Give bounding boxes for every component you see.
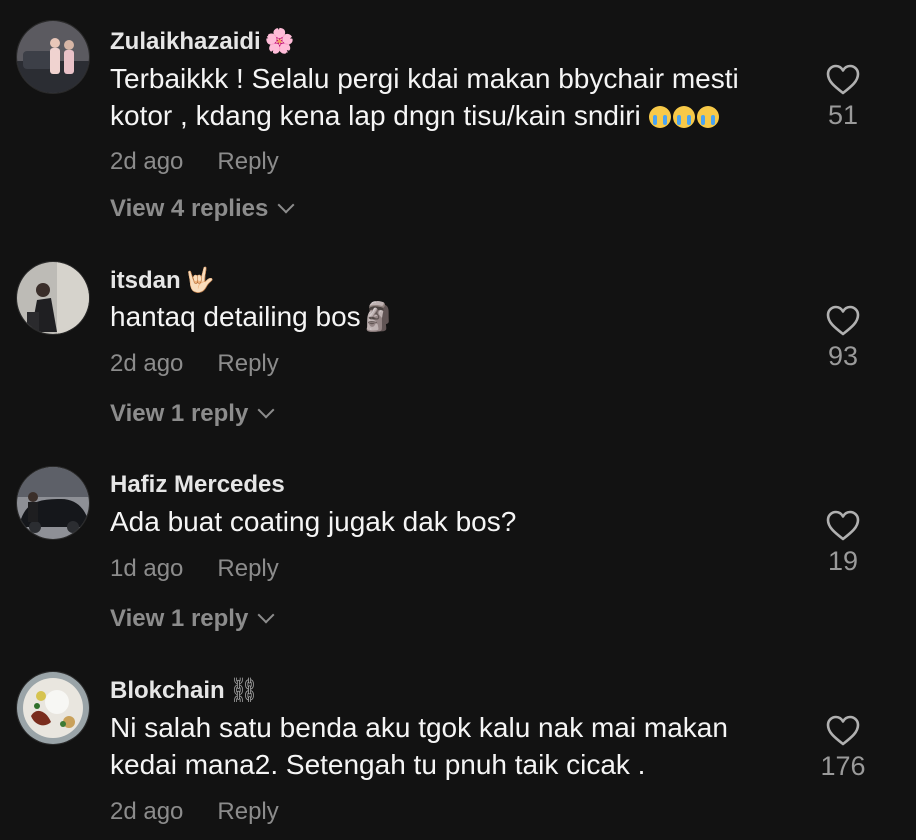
like-count: 93 (827, 341, 859, 371)
flower-emoji-icon: 🌸 (264, 28, 295, 55)
view-replies-label: View 4 replies (110, 195, 269, 222)
comment-username[interactable]: Zulaikhazaidi 🌸 (110, 27, 295, 56)
comment-username[interactable]: Blokchain ⛓ (110, 676, 259, 705)
comment-text: Ni salah satu benda aku tgok kalu nak ma… (110, 709, 800, 783)
heart-outline-icon[interactable] (826, 510, 860, 542)
comment-text-line: kedai mana2. Setengah tu pnuh taik cicak… (110, 749, 646, 780)
comment-text-line: Terbaikkk ! Selalu pergi kdai makan bbyc… (110, 63, 739, 94)
like-control: 176 (812, 715, 874, 782)
reply-button[interactable]: Reply (217, 350, 278, 377)
like-control: 51 (812, 64, 874, 131)
like-count: 176 (820, 751, 866, 781)
comment-timestamp: 2d ago (110, 350, 184, 377)
reply-button[interactable]: Reply (217, 798, 278, 825)
view-replies-label: View 1 reply (110, 400, 249, 427)
like-control: 93 (812, 305, 874, 372)
comment-text: hantaq detailing bos🗿 (110, 298, 800, 335)
comment-meta: 2d ago Reply (110, 798, 279, 826)
view-replies-button[interactable]: View 4 replies (110, 195, 295, 223)
view-replies-button[interactable]: View 1 reply (110, 400, 275, 428)
avatar-image (17, 21, 89, 93)
comment-timestamp: 2d ago (110, 798, 184, 825)
comment-username[interactable]: itsdan 🤟🏻 (110, 266, 215, 295)
username-text: Zulaikhazaidi (110, 28, 261, 55)
rock-on-hand-emoji-icon: 🤟🏻 (184, 267, 215, 294)
reply-button[interactable]: Reply (217, 555, 278, 582)
view-replies-label: View 1 reply (110, 605, 249, 632)
chevron-down-icon (257, 401, 275, 419)
comment-text: Terbaikkk ! Selalu pergi kdai makan bbyc… (110, 60, 800, 134)
avatar[interactable] (16, 671, 90, 745)
avatar[interactable] (16, 20, 90, 94)
comment-text: Ada buat coating jugak dak bos? (110, 503, 800, 540)
username-text: itsdan (110, 267, 181, 294)
crying-face-emoji-icon (672, 106, 695, 128)
comment-timestamp: 2d ago (110, 148, 184, 175)
username-text: Blokchain (110, 677, 225, 704)
comment-meta: 2d ago Reply (110, 350, 279, 378)
reply-button[interactable]: Reply (217, 148, 278, 175)
comment-text-line: Ni salah satu benda aku tgok kalu nak ma… (110, 712, 728, 743)
comment-text-line: Ada buat coating jugak dak bos? (110, 506, 517, 537)
username-text: Hafiz Mercedes (110, 471, 285, 498)
avatar-image (17, 672, 89, 744)
heart-outline-icon[interactable] (826, 64, 860, 96)
crying-face-emoji-icon (696, 106, 719, 128)
heart-outline-icon[interactable] (826, 305, 860, 337)
avatar[interactable] (16, 261, 90, 335)
comment-username[interactable]: Hafiz Mercedes (110, 471, 285, 499)
avatar-image (17, 262, 89, 334)
avatar[interactable] (16, 466, 90, 540)
comment-text-line: kotor , kdang kena lap dngn tisu/kain sn… (110, 97, 800, 134)
chevron-down-icon (257, 606, 275, 624)
like-count: 51 (827, 100, 859, 130)
chevron-down-icon (277, 196, 295, 214)
chain-emoji-icon: ⛓ (228, 677, 260, 704)
crying-face-emoji-icon (648, 106, 671, 128)
comment-text-line: hantaq detailing bos🗿 (110, 301, 396, 332)
heart-outline-icon[interactable] (826, 715, 860, 747)
like-count: 19 (827, 546, 859, 576)
view-replies-button[interactable]: View 1 reply (110, 605, 275, 633)
comment-meta: 1d ago Reply (110, 555, 279, 583)
comment-timestamp: 1d ago (110, 555, 184, 582)
like-control: 19 (812, 510, 874, 577)
avatar-image (17, 467, 89, 539)
comment-meta: 2d ago Reply (110, 148, 279, 176)
